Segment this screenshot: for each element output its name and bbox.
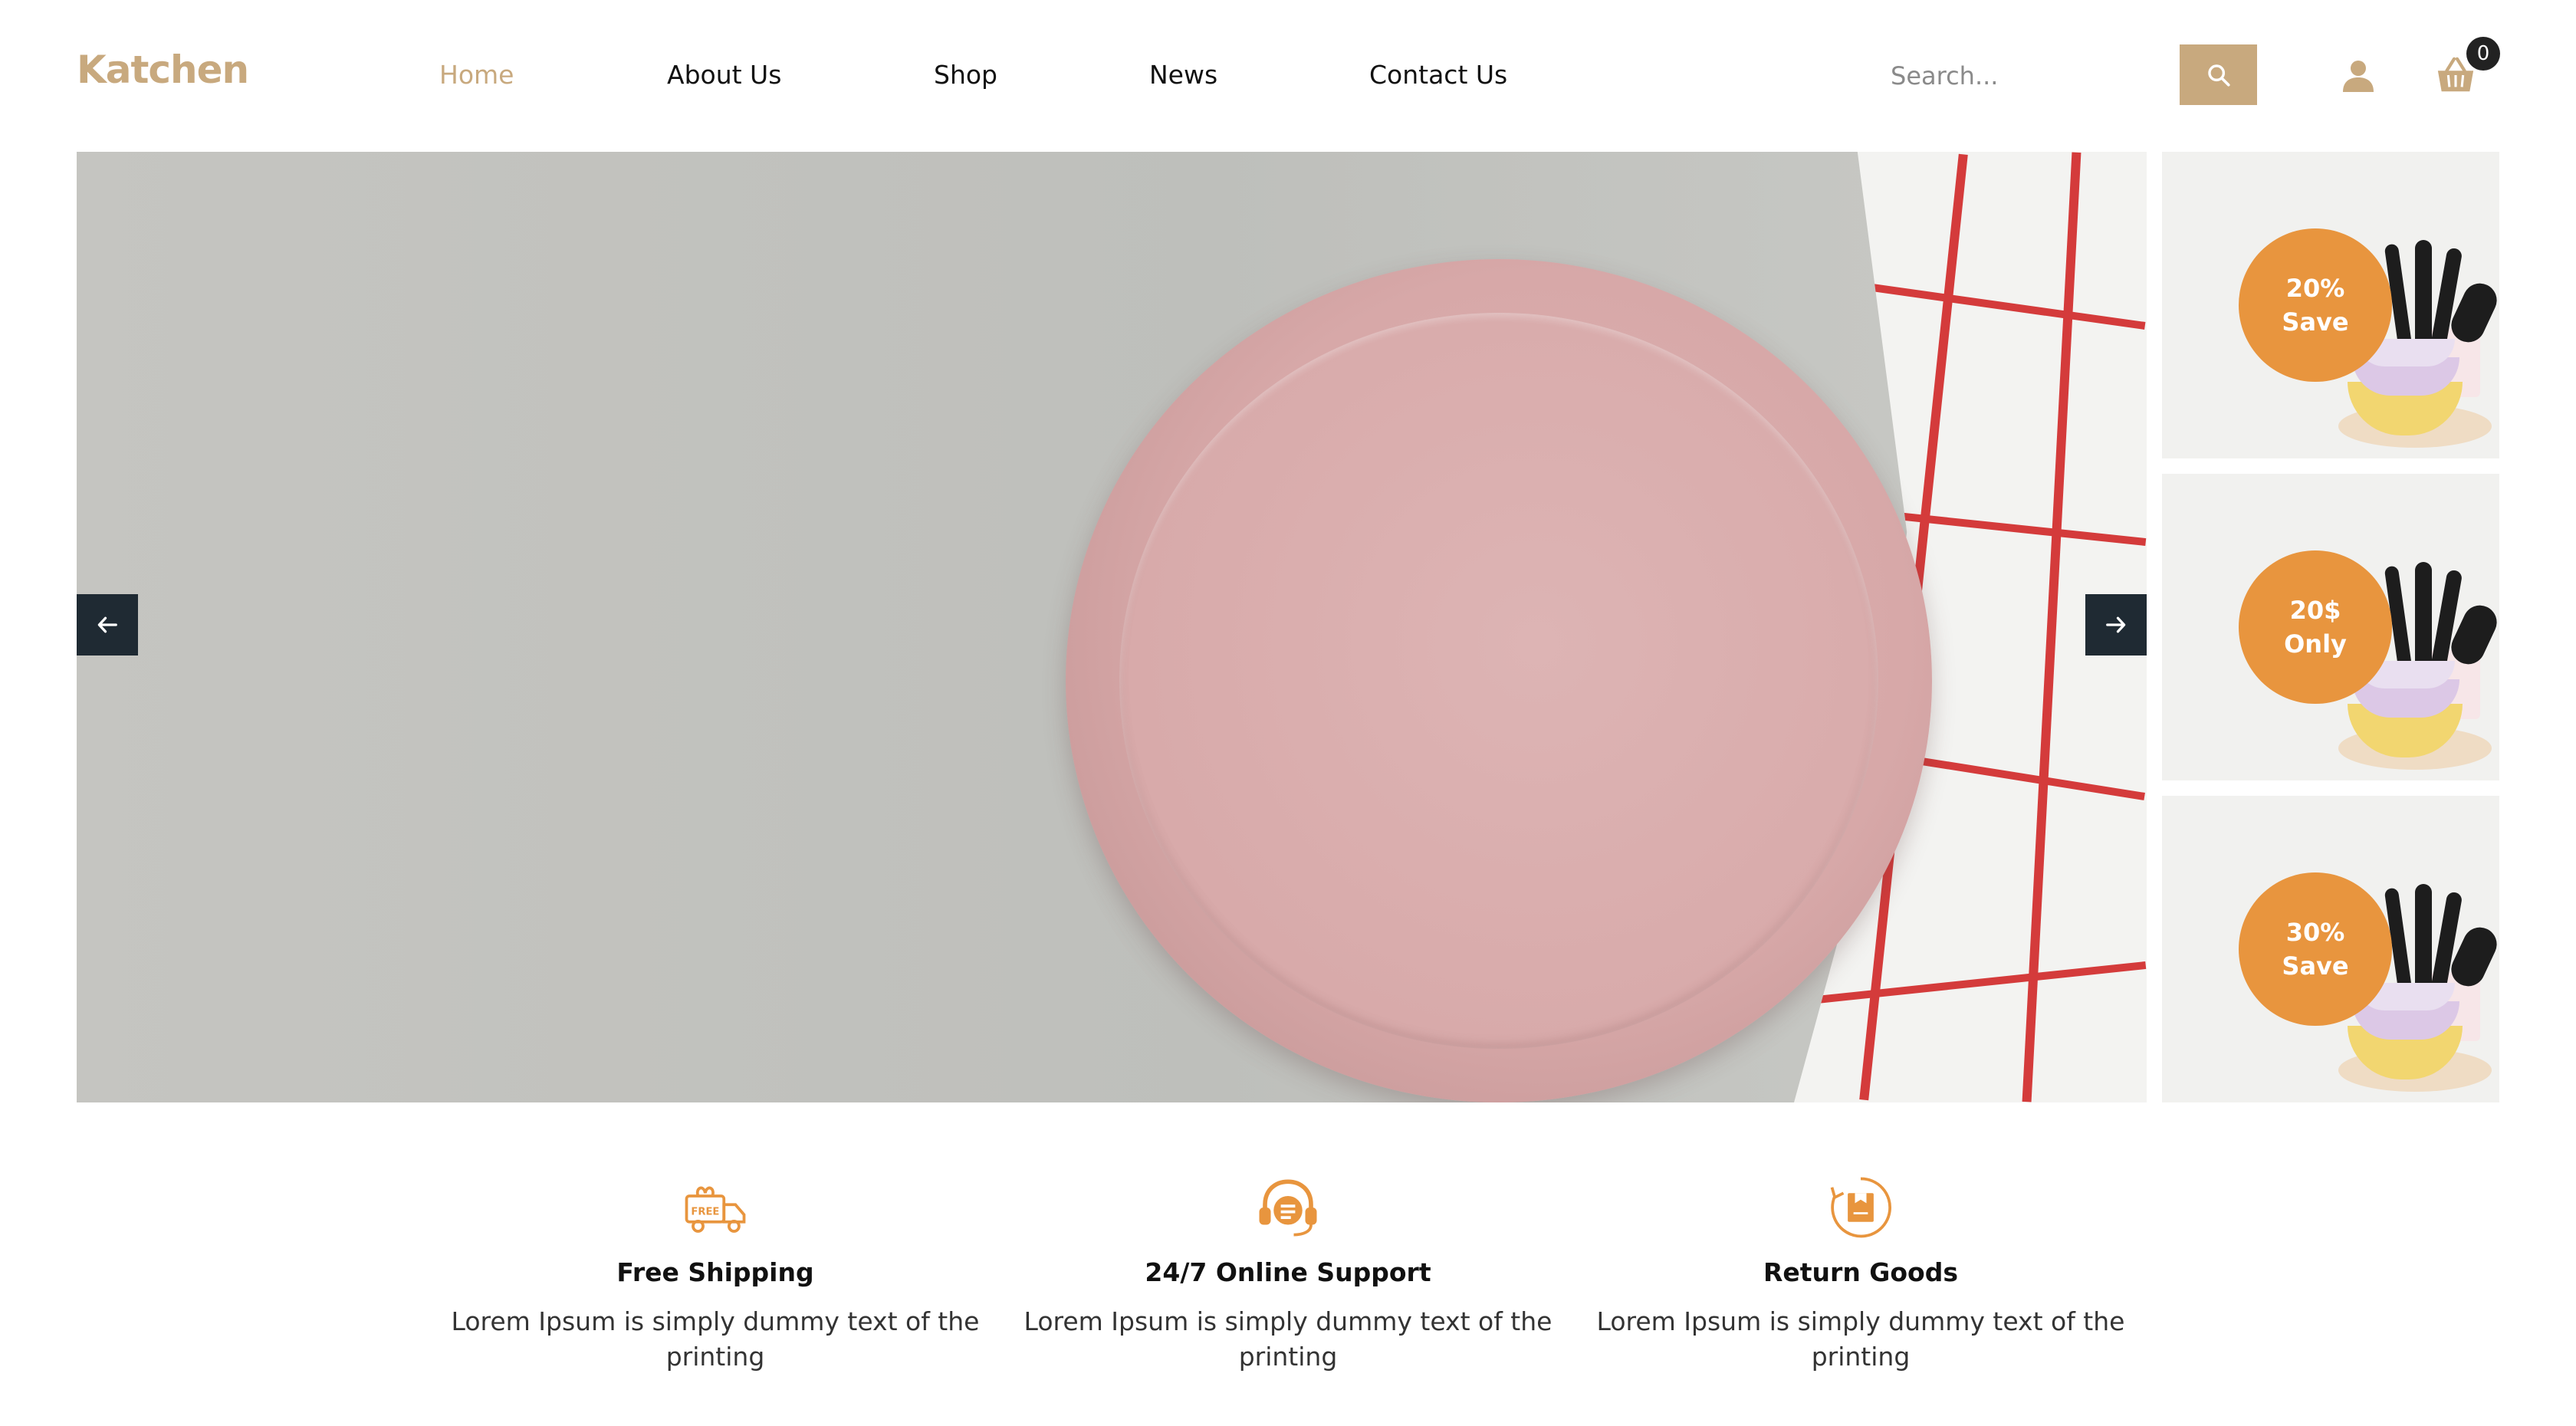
arrow-right-icon — [2106, 616, 2126, 633]
nav-item-news[interactable]: News — [1149, 60, 1217, 90]
promo-badge-label: Save — [2282, 951, 2349, 981]
feature-free-shipping: FREE Free Shipping Lorem Ipsum is simply… — [447, 1173, 984, 1375]
nav-item-shop[interactable]: Shop — [934, 60, 997, 90]
nav-item-contact-us[interactable]: Contact Us — [1369, 60, 1507, 90]
promo-badge: 20$ Only — [2239, 550, 2392, 704]
feature-title: Free Shipping — [616, 1257, 814, 1287]
feature-title: 24/7 Online Support — [1145, 1257, 1431, 1287]
promo-badge: 20% Save — [2239, 228, 2392, 382]
brand-logo[interactable]: Katchen — [77, 48, 249, 92]
slider-prev-button[interactable] — [77, 594, 138, 656]
search-input[interactable] — [1889, 46, 2168, 106]
promo-badge-value: 20% — [2285, 274, 2345, 303]
promo-card[interactable]: 20$ Only — [2162, 474, 2499, 780]
promo-badge-label: Only — [2284, 629, 2347, 659]
nav-item-home[interactable]: Home — [439, 60, 514, 90]
promo-card[interactable]: 20% Save — [2162, 152, 2499, 458]
feature-title: Return Goods — [1763, 1257, 1958, 1287]
hero-slider — [77, 152, 2147, 1102]
feature-description: Lorem Ipsum is simply dummy text of the … — [1024, 1306, 1552, 1372]
free-shipping-truck-icon: FREE — [685, 1186, 746, 1233]
account-button[interactable] — [2340, 57, 2377, 94]
site-header: Katchen Home About Us Shop News Contact … — [0, 0, 2576, 150]
promo-card[interactable]: 30% Save — [2162, 796, 2499, 1102]
feature-online-support: 24/7 Online Support Lorem Ipsum is simpl… — [1020, 1173, 1556, 1375]
search-button[interactable] — [2180, 44, 2257, 105]
svg-text:FREE: FREE — [691, 1206, 719, 1217]
promo-badge-value: 20$ — [2289, 596, 2341, 625]
return-box-icon — [1830, 1177, 1891, 1238]
promo-badge-value: 30% — [2285, 918, 2345, 947]
user-icon — [2343, 61, 2374, 92]
promo-badge: 30% Save — [2239, 872, 2392, 1026]
feature-return-goods: Return Goods Lorem Ipsum is simply dummy… — [1592, 1173, 2129, 1375]
arrow-left-icon — [97, 616, 117, 633]
hero-plate-image — [1066, 259, 1932, 1102]
slider-next-button[interactable] — [2085, 594, 2147, 656]
cart-count-badge: 0 — [2466, 37, 2500, 71]
feature-description: Lorem Ipsum is simply dummy text of the … — [451, 1306, 980, 1372]
search-icon — [2207, 64, 2230, 87]
feature-description: Lorem Ipsum is simply dummy text of the … — [1596, 1306, 2125, 1372]
promo-badge-label: Save — [2282, 307, 2349, 337]
nav-item-about-us[interactable]: About Us — [667, 60, 781, 90]
headset-support-icon — [1259, 1179, 1317, 1237]
